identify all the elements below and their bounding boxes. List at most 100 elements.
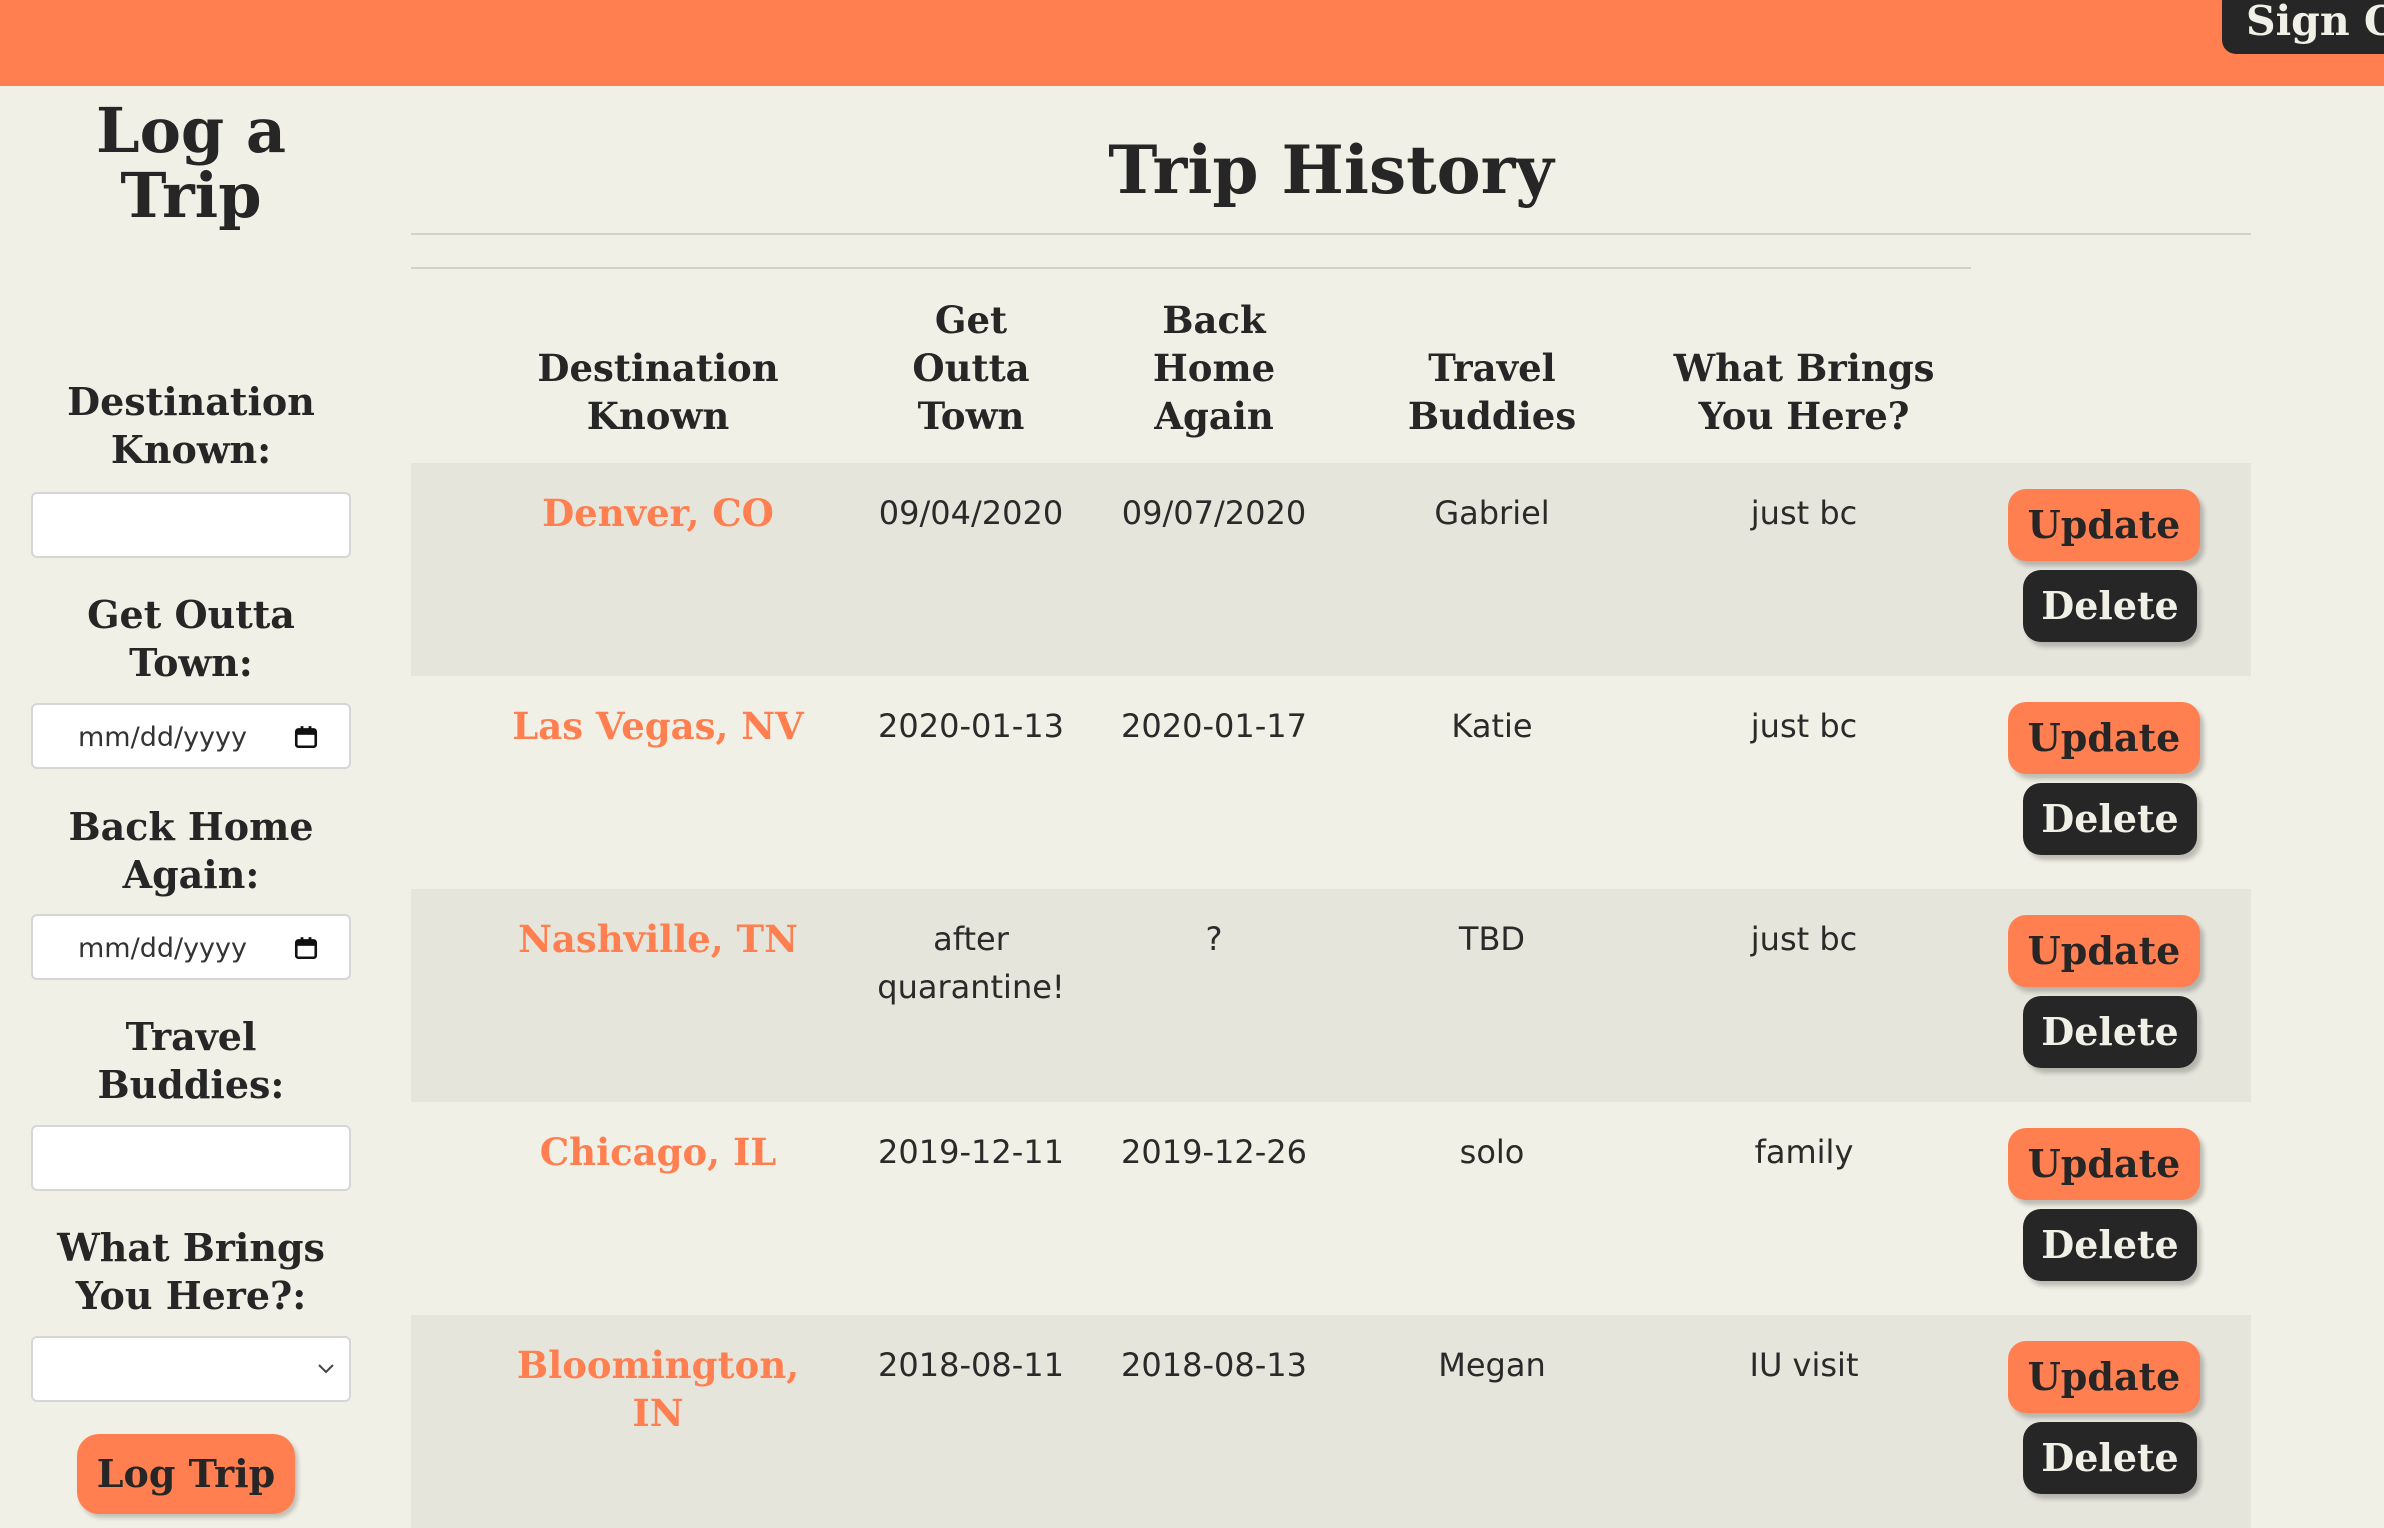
column-header-destination: Destination Known (493, 296, 823, 440)
buddies-input[interactable] (31, 1125, 351, 1191)
column-header-line: What Brings (1673, 346, 1935, 390)
cell-destination: Chicago, IL (493, 1128, 823, 1176)
cell-line: Chicago, IL (539, 1130, 777, 1174)
cell-line: after (933, 920, 1009, 958)
cell-return: 2018-08-13 (1109, 1341, 1319, 1389)
table-row: Chicago, IL 2019-12-11 2019-12-26 solo famil… (411, 1102, 2251, 1315)
cell-line: 09/07/2020 (1121, 494, 1307, 532)
depart-date-label: Get Outta Town: (0, 591, 382, 687)
cell-reason: just bc (1750, 707, 1858, 745)
destination-input[interactable] (31, 492, 351, 558)
delete-button[interactable]: Delete (2023, 996, 2197, 1068)
cell-destination: Nashville, TN (493, 915, 823, 963)
form-title-line-1: Log a (95, 94, 287, 167)
sign-out-button[interactable]: Sign Out (2222, 0, 2384, 54)
table-row: Nashville, TN after quarantine!? TBD just bc… (411, 889, 2251, 1102)
delete-button[interactable]: Delete (2023, 1209, 2197, 1281)
cell-depart: 2020-01-13 (866, 702, 1076, 750)
cell-depart: 2018-08-11 (866, 1341, 1076, 1389)
delete-button[interactable]: Delete (2023, 1422, 2197, 1494)
cell-reason: just bc (1750, 494, 1858, 532)
table-row: Bloomington, IN 2018-08-11 2018-08-13 Megan I… (411, 1315, 2251, 1528)
chevron-down-icon (318, 1364, 334, 1374)
depart-label-line-2: Town: (129, 640, 253, 685)
destination-label-line-1: Destination (67, 379, 315, 424)
table-row: Las Vegas, NV 2020-01-13 2020-01-17 Katie ju… (411, 676, 2251, 889)
cell-line: IN (632, 1391, 684, 1435)
calendar-icon[interactable] (293, 724, 319, 750)
column-header-depart: Get Outta Town (866, 296, 1076, 440)
cell-reason: just bc (1750, 920, 1858, 958)
column-header-line: Buddies (1407, 394, 1577, 438)
return-label-line-2: Again: (122, 852, 260, 897)
update-button[interactable]: Update (2008, 489, 2200, 561)
cell-line: Las Vegas, NV (512, 704, 804, 748)
delete-button[interactable]: Delete (2023, 783, 2197, 855)
column-header-reason: What Brings You Here? (1654, 296, 1954, 440)
cell-depart: 09/04/2020 (866, 489, 1076, 537)
return-date-placeholder: mm/dd/yyyy (78, 933, 247, 964)
column-header-line: Town (917, 394, 1025, 438)
reason-label: What Brings You Here?: (0, 1224, 382, 1320)
cell-return: ? (1109, 915, 1319, 963)
return-label-line-1: Back Home (68, 804, 314, 849)
buddies-label: Travel Buddies: (0, 1013, 382, 1109)
update-button[interactable]: Update (2008, 1341, 2200, 1413)
cell-return: 2019-12-26 (1109, 1128, 1319, 1176)
cell-line: 2018-08-11 (878, 1346, 1064, 1384)
buddies-label-line-2: Buddies: (97, 1062, 285, 1107)
cell-line: 2019-12-26 (1121, 1133, 1307, 1171)
cell-buddies: Megan (1438, 1346, 1546, 1384)
column-header-line: Travel (1428, 346, 1556, 390)
destination-label: Destination Known: (0, 378, 382, 474)
column-header-line: Home (1152, 346, 1276, 390)
depart-date-placeholder: mm/dd/yyyy (78, 722, 247, 753)
table-top-border (411, 267, 1971, 269)
cell-reason: IU visit (1749, 1346, 1859, 1384)
column-header-buddies: Travel Buddies (1372, 296, 1612, 440)
column-header-line: You Here? (1698, 394, 1910, 438)
reason-label-line-1: What Brings (57, 1225, 325, 1270)
cell-reason: family (1754, 1133, 1854, 1171)
cell-buddies: Gabriel (1434, 494, 1550, 532)
update-button[interactable]: Update (2008, 915, 2200, 987)
buddies-label-line-1: Travel (125, 1014, 257, 1059)
table-row: Denver, CO 09/04/2020 09/07/2020 Gabriel jus… (411, 463, 2251, 676)
column-header-line: Get (934, 298, 1008, 342)
cell-depart: 2019-12-11 (866, 1128, 1076, 1176)
reason-select[interactable] (31, 1336, 351, 1402)
log-trip-button[interactable]: Log Trip (77, 1434, 295, 1514)
calendar-icon[interactable] (293, 935, 319, 961)
cell-line: 09/04/2020 (878, 494, 1064, 532)
update-button[interactable]: Update (2008, 1128, 2200, 1200)
cell-buddies: TBD (1458, 920, 1526, 958)
column-header-line: Back (1162, 298, 1266, 342)
return-date-label: Back Home Again: (0, 803, 382, 899)
cell-line: ? (1205, 920, 1223, 958)
cell-destination: Bloomington, IN (493, 1341, 823, 1437)
column-header-line: Again (1154, 394, 1274, 438)
cell-buddies: Katie (1451, 707, 1533, 745)
cell-line: quarantine! (877, 968, 1065, 1006)
cell-line: 2020-01-13 (878, 707, 1064, 745)
page-title: Trip History (1108, 131, 1554, 209)
form-title-line-2: Trip (120, 159, 262, 232)
top-bar (0, 0, 2384, 86)
depart-date-input[interactable]: mm/dd/yyyy (31, 703, 351, 769)
column-header-line: Destination (537, 346, 779, 390)
cell-return: 2020-01-17 (1109, 702, 1319, 750)
destination-label-line-2: Known: (110, 427, 272, 472)
form-title: Log a Trip (0, 98, 382, 228)
column-header-line: Outta (912, 346, 1030, 390)
update-button[interactable]: Update (2008, 702, 2200, 774)
cell-depart: after quarantine! (866, 915, 1076, 1011)
cell-destination: Denver, CO (493, 489, 823, 537)
return-date-input[interactable]: mm/dd/yyyy (31, 914, 351, 980)
column-header-line: Known (586, 394, 730, 438)
cell-line: 2020-01-17 (1121, 707, 1307, 745)
cell-line: 2019-12-11 (878, 1133, 1064, 1171)
cell-line: Bloomington, (516, 1343, 800, 1387)
delete-button[interactable]: Delete (2023, 570, 2197, 642)
cell-line: 2018-08-13 (1121, 1346, 1307, 1384)
title-divider (411, 233, 2251, 235)
